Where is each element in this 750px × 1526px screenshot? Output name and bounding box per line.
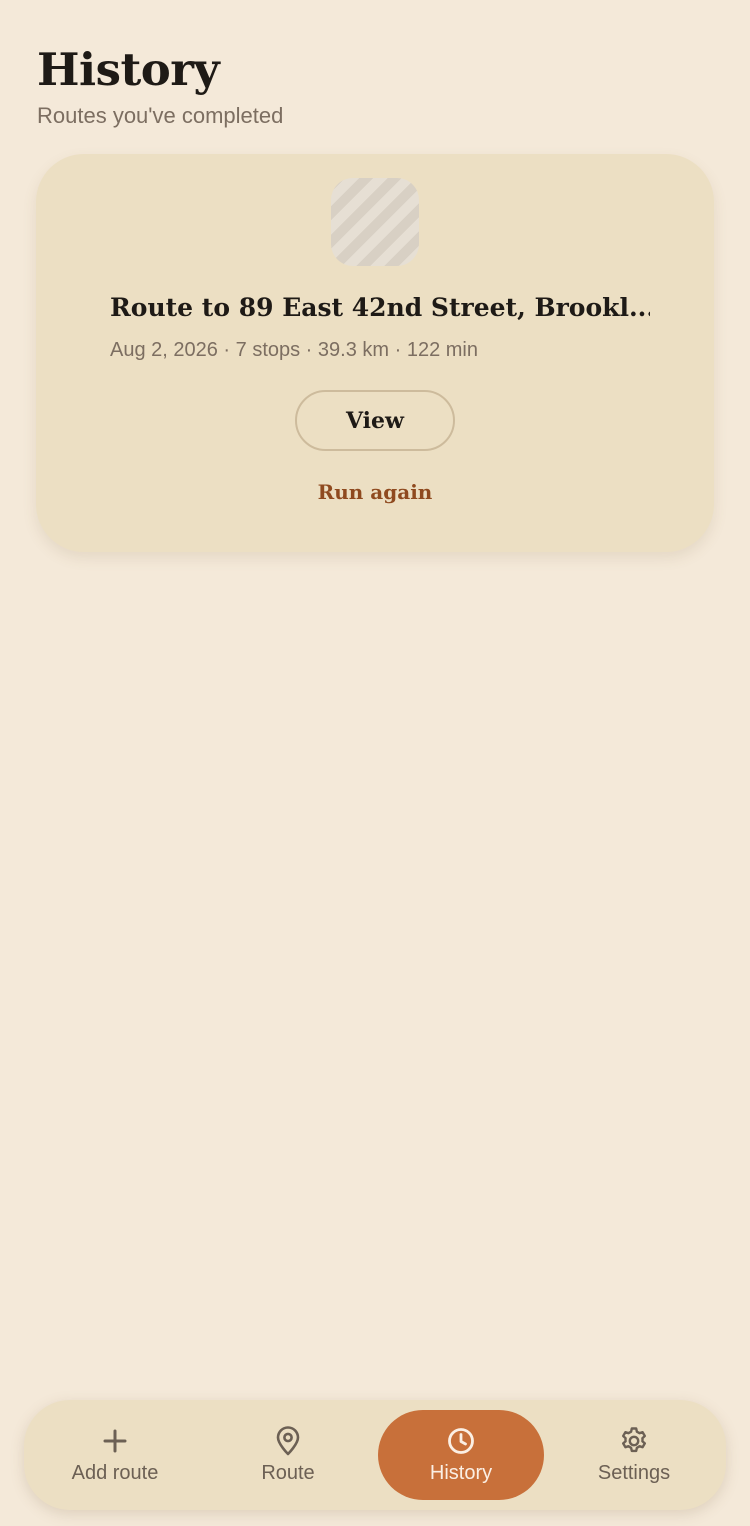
plus-icon bbox=[103, 1429, 127, 1453]
nav-history[interactable]: History bbox=[378, 1410, 544, 1500]
history-card: Route to 89 East 42nd Street, Brookl... … bbox=[36, 154, 714, 552]
view-button[interactable]: View bbox=[295, 390, 455, 451]
nav-route-label: Route bbox=[261, 1462, 315, 1484]
nav-route[interactable]: Route bbox=[205, 1410, 371, 1500]
nav-history-label: History bbox=[429, 1462, 493, 1484]
bottom-navigation: Add route Route History Settings bbox=[24, 1400, 726, 1510]
page-subtitle: Routes you've completed bbox=[37, 103, 284, 128]
page-header: History Routes you've completed bbox=[37, 42, 283, 130]
nav-add-route-label: Add route bbox=[71, 1462, 159, 1484]
run-again-link[interactable]: Run again bbox=[36, 480, 714, 504]
route-title: Route to 89 East 42nd Street, Brookl... bbox=[110, 293, 650, 322]
route-thumbnail-placeholder bbox=[331, 178, 419, 266]
nav-add-route[interactable]: Add route bbox=[32, 1410, 198, 1500]
page-title: History bbox=[37, 43, 220, 96]
clock-icon bbox=[448, 1428, 474, 1454]
nav-settings-label: Settings bbox=[597, 1462, 671, 1484]
route-meta: Aug 2, 2026 · 7 stops · 39.3 km · 122 mi… bbox=[110, 339, 478, 361]
nav-settings[interactable]: Settings bbox=[551, 1410, 717, 1500]
history-screen: History Routes you've completed Route to… bbox=[0, 0, 750, 1526]
map-pin-icon bbox=[276, 1426, 300, 1456]
gear-icon bbox=[622, 1427, 646, 1453]
